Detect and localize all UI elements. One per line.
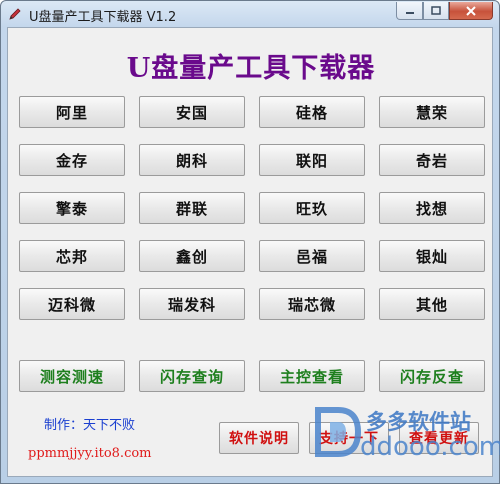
brand-button-skymedi[interactable]: 硅格 (259, 96, 365, 128)
brand-button-alcormicro[interactable]: 安国 (139, 96, 245, 128)
brand-button-innostor[interactable]: 银灿 (379, 240, 485, 272)
author-credit: 制作：天下不败 (44, 418, 136, 433)
brand-button-yifu[interactable]: 邑福 (259, 240, 365, 272)
maximize-icon (431, 6, 441, 15)
minimize-button[interactable] (396, 2, 423, 20)
brand-button-ite[interactable]: 联阳 (259, 144, 365, 176)
check-update-button[interactable]: 查看更新 (399, 422, 479, 454)
brand-button-usbest[interactable]: 鑫创 (139, 240, 245, 272)
brand-button-sms[interactable]: 慧荣 (379, 96, 485, 128)
support-button[interactable]: 支持一下 (309, 422, 389, 454)
minimize-icon (405, 11, 414, 14)
software-info-button[interactable]: 软件说明 (219, 422, 299, 454)
window-title: U盘量产工具下载器 V1.2 (29, 10, 177, 25)
brand-button-jincun[interactable]: 金存 (19, 144, 125, 176)
client-area: U盘量产工具下载器 阿里 安国 硅格 慧荣 金存 朗科 联阳 奇岩 擎泰 群联 … (7, 27, 500, 477)
page-title: U盘量产工具下载器 (126, 53, 376, 84)
pen-icon (9, 8, 21, 20)
brand-button-ruifake[interactable]: 瑞发科 (139, 288, 245, 320)
maximize-button[interactable] (423, 2, 449, 20)
title-bar[interactable]: U盘量产工具下载器 V1.2 (1, 1, 499, 27)
brand-button-chipsbank[interactable]: 芯邦 (19, 240, 125, 272)
brand-button-other[interactable]: 其他 (379, 288, 485, 320)
close-icon (466, 5, 476, 16)
author-url[interactable]: ppmmjjyy.ito8.com (28, 446, 152, 461)
brand-button-phison[interactable]: 群联 (139, 192, 245, 224)
brand-button-qingtai[interactable]: 擎泰 (19, 192, 125, 224)
flash-reverse-query-button[interactable]: 闪存反查 (379, 360, 485, 392)
close-button[interactable] (449, 2, 493, 20)
controller-view-button[interactable]: 主控查看 (259, 360, 365, 392)
capacity-speed-test-button[interactable]: 测容测速 (19, 360, 125, 392)
brand-button-rockchip[interactable]: 瑞芯微 (259, 288, 365, 320)
brand-button-zhaoxiang[interactable]: 找想 (379, 192, 485, 224)
app-window: U盘量产工具下载器 V1.2 U盘量产工具下载器 阿里 安国 硅格 慧荣 金存 … (0, 0, 500, 484)
brand-button-maikewei[interactable]: 迈科微 (19, 288, 125, 320)
brand-button-prolific[interactable]: 旺玖 (259, 192, 365, 224)
brand-button-alcor[interactable]: 阿里 (19, 96, 125, 128)
brand-button-netac[interactable]: 朗科 (139, 144, 245, 176)
brand-button-qiyan[interactable]: 奇岩 (379, 144, 485, 176)
flash-query-button[interactable]: 闪存查询 (139, 360, 245, 392)
